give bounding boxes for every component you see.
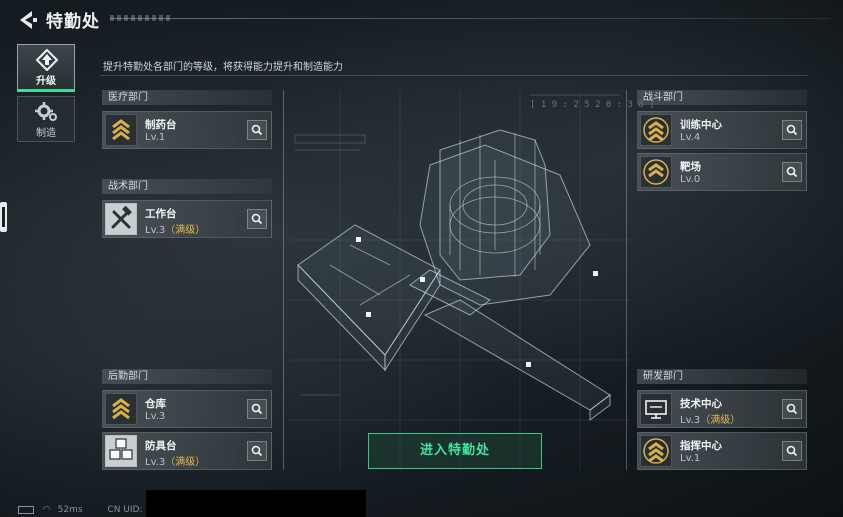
facility-card-armor-bench[interactable]: 防具台 Lv.3（满级） <box>102 432 272 470</box>
facility-card-tech-center[interactable]: 技术中心 Lv.3（满级） <box>637 390 807 428</box>
upgrade-icon <box>35 49 59 71</box>
facility-level: Lv.4 <box>680 132 701 143</box>
section-title-logistics: 后勤部门 <box>102 369 272 384</box>
facility-level: Lv.1 <box>680 453 701 464</box>
battery-icon <box>18 505 34 514</box>
tab-craft[interactable]: 制造 <box>17 96 75 142</box>
chevron-rank-icon <box>640 435 672 467</box>
chevron-rank-icon <box>640 114 672 146</box>
gear-icon <box>35 102 57 121</box>
back-arrow-icon[interactable] <box>14 7 40 33</box>
chevron-rank-icon <box>105 393 137 425</box>
tab-craft-label: 制造 <box>36 128 56 139</box>
header-deco-hatch <box>110 15 170 21</box>
facility-card-warehouse[interactable]: 仓库 Lv.3 <box>102 390 272 428</box>
facility-name: 工作台 <box>145 208 177 220</box>
description-divider <box>100 75 808 76</box>
tab-upgrade-label: 升级 <box>36 76 56 87</box>
search-icon[interactable] <box>247 120 267 140</box>
search-icon[interactable] <box>247 441 267 461</box>
facility-level: Lv.3（满级） <box>680 415 741 426</box>
section-title-medical: 医疗部门 <box>102 90 272 105</box>
facility-name: 技术中心 <box>680 398 722 410</box>
frame-line-right <box>626 90 627 470</box>
page-title: 特勤处 <box>46 12 100 32</box>
search-icon[interactable] <box>782 162 802 182</box>
search-icon[interactable] <box>247 209 267 229</box>
facility-level: Lv.3 <box>145 411 166 422</box>
enter-special-ops-button[interactable]: 进入特勤处 <box>368 433 542 469</box>
facility-name: 防具台 <box>145 440 177 452</box>
side-drawer-handle[interactable] <box>0 202 9 232</box>
facility-card-workbench[interactable]: 工作台 Lv.3（满级） <box>102 200 272 238</box>
facility-card-shooting-range[interactable]: 靶场 Lv.0 <box>637 153 807 191</box>
section-title-tactical: 战术部门 <box>102 179 272 194</box>
status-bar: ◠ 52ms CN UID: <box>18 505 143 515</box>
page-description: 提升特勤处各部门的等级，将获得能力提升和制造能力 <box>103 62 343 73</box>
facility-card-pharmacy[interactable]: 制药台 Lv.1 <box>102 111 272 149</box>
monitor-icon <box>640 393 672 425</box>
search-icon[interactable] <box>247 399 267 419</box>
facility-card-command-center[interactable]: 指挥中心 Lv.1 <box>637 432 807 470</box>
facility-name: 靶场 <box>680 161 701 173</box>
section-title-research: 研发部门 <box>637 369 807 384</box>
facility-name: 仓库 <box>145 398 166 410</box>
wifi-icon: ◠ <box>42 505 51 515</box>
redacted-area <box>146 490 366 517</box>
uid-label: CN UID: <box>107 505 143 515</box>
facility-name: 指挥中心 <box>680 440 722 452</box>
ping-value: 52ms <box>57 505 83 515</box>
facility-level: Lv.3（满级） <box>145 457 206 468</box>
search-icon[interactable] <box>782 120 802 140</box>
frame-line-left <box>283 90 284 470</box>
search-icon[interactable] <box>782 399 802 419</box>
facility-name: 制药台 <box>145 119 177 131</box>
facility-level: Lv.3（满级） <box>145 225 206 236</box>
section-title-combat: 战斗部门 <box>637 90 807 105</box>
facility-card-training-center[interactable]: 训练中心 Lv.4 <box>637 111 807 149</box>
search-icon[interactable] <box>782 441 802 461</box>
facility-level: Lv.1 <box>145 132 166 143</box>
active-tab-indicator <box>17 89 75 92</box>
chevron-rank-icon <box>640 156 672 188</box>
tools-icon <box>105 203 137 235</box>
cubes-icon <box>105 435 137 467</box>
chevron-rank-icon <box>105 114 137 146</box>
facility-level: Lv.0 <box>680 174 701 185</box>
building-blueprint <box>297 129 611 421</box>
tab-upgrade[interactable]: 升级 <box>17 44 75 90</box>
facility-name: 训练中心 <box>680 119 722 131</box>
